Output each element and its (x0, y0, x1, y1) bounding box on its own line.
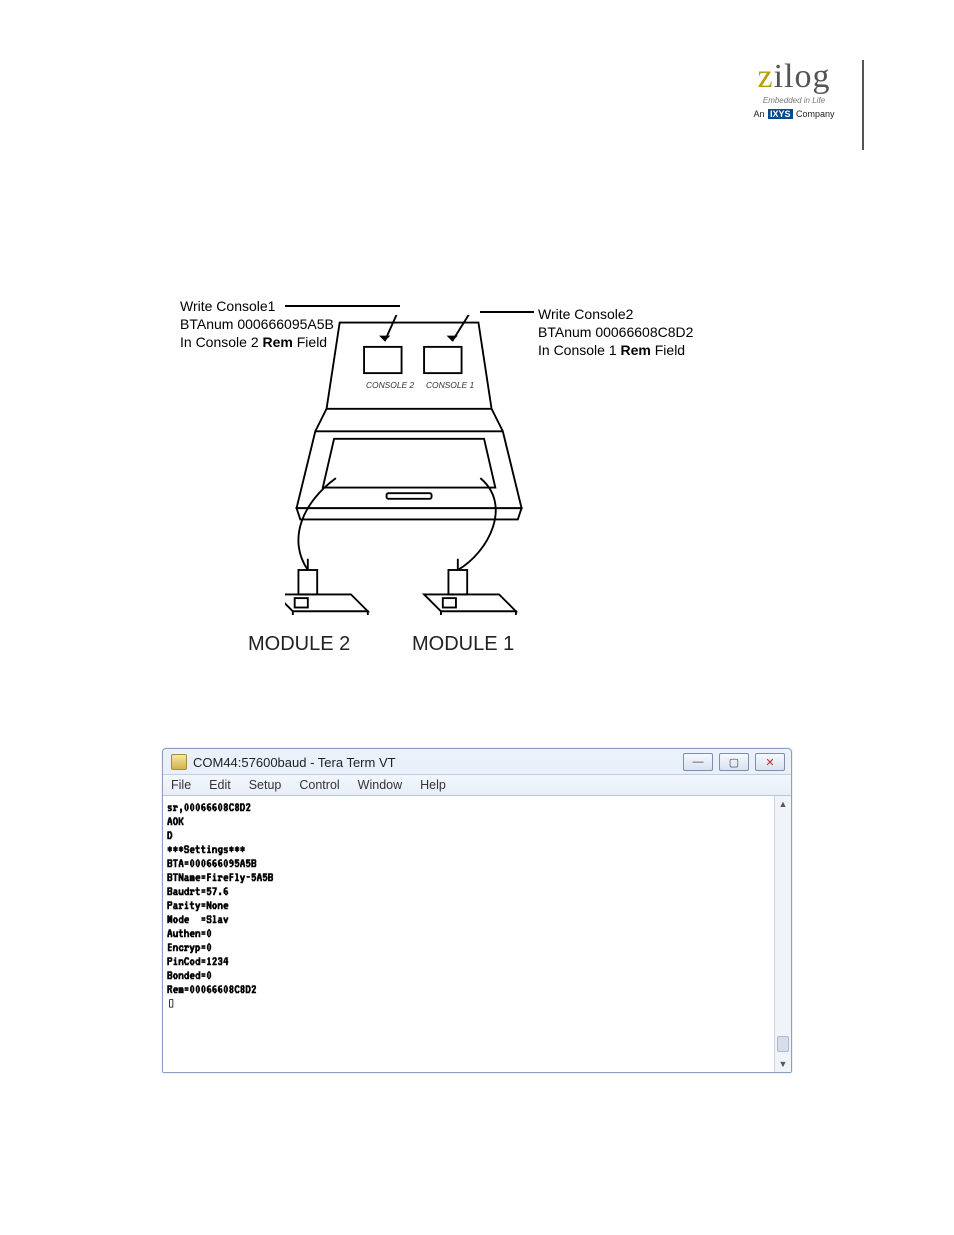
scroll-up-icon[interactable]: ▲ (775, 796, 791, 812)
scroll-thumb[interactable] (777, 1036, 789, 1052)
minimize-button[interactable]: — (683, 753, 713, 771)
callout-right: Write Console2 BTAnum 00066608C8D2 In Co… (538, 305, 693, 360)
module-2-label: MODULE 2 (248, 633, 350, 656)
hardware-diagram: Write Console1 BTAnum 000666095A5B In Co… (180, 295, 780, 665)
header-rule (862, 60, 864, 150)
logo-first-letter: z (758, 58, 774, 95)
terminal-output[interactable]: sr,00066608C8D2 AOK D ***Settings*** BTA… (163, 796, 774, 1072)
logo-company-post: Company (794, 109, 835, 119)
menu-window[interactable]: Window (358, 778, 402, 792)
callout-right-line2: BTAnum 00066608C8D2 (538, 323, 693, 341)
laptop-and-modules-icon: CONSOLE 2 CONSOLE 1 (285, 315, 535, 615)
maximize-button[interactable]: ▢ (719, 753, 749, 771)
menu-file[interactable]: File (171, 778, 191, 792)
scrollbar[interactable]: ▲ ▼ (774, 796, 791, 1072)
module-1-label: MODULE 1 (412, 633, 514, 656)
callout-right-line1: Write Console2 (538, 305, 693, 323)
menu-edit[interactable]: Edit (209, 778, 231, 792)
leader-line-left (285, 305, 400, 307)
brand-logo: zilog Embedded in Life An IXYS Company (734, 60, 854, 119)
menu-control[interactable]: Control (299, 778, 339, 792)
app-icon (171, 754, 187, 770)
logo-company-pre: An (753, 109, 767, 119)
scroll-down-icon[interactable]: ▼ (775, 1056, 791, 1072)
screen-console2-label: CONSOLE 2 (366, 380, 415, 390)
menu-help[interactable]: Help (420, 778, 446, 792)
logo-tagline: Embedded in Life (734, 96, 854, 105)
menu-bar: File Edit Setup Control Window Help (163, 774, 791, 795)
menu-setup[interactable]: Setup (249, 778, 282, 792)
logo-rest: ilog (774, 58, 831, 95)
logo-ixys-badge: IXYS (768, 109, 793, 119)
window-titlebar[interactable]: COM44:57600baud - Tera Term VT — ▢ ✕ (163, 749, 791, 774)
screen-console1-label: CONSOLE 1 (426, 380, 474, 390)
logo-word: zilog (734, 60, 854, 94)
tera-term-window: COM44:57600baud - Tera Term VT — ▢ ✕ Fil… (162, 748, 792, 1073)
leader-line-right (480, 311, 534, 313)
callout-right-line3: In Console 1 Rem Field (538, 341, 693, 359)
logo-company-line: An IXYS Company (734, 109, 854, 119)
window-title: COM44:57600baud - Tera Term VT (193, 755, 396, 770)
close-button[interactable]: ✕ (755, 753, 785, 771)
